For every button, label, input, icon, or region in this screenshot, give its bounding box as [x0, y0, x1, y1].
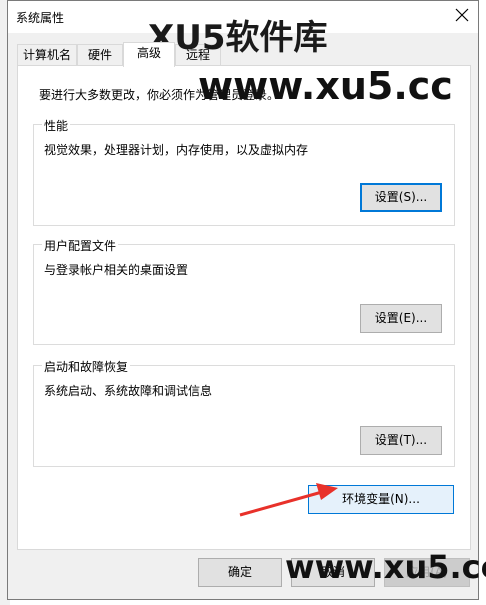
advanced-panel: 要进行大多数更改，你必须作为管理员登录。 性能 视觉效果，处理器计划，内存使用，… [17, 65, 471, 550]
startup-recovery-title: 启动和故障恢复 [42, 358, 131, 375]
close-icon [455, 8, 469, 22]
tab-advanced[interactable]: 高级 [123, 42, 175, 67]
user-profiles-settings-button[interactable]: 设置(E)... [360, 304, 442, 333]
ok-button[interactable]: 确定 [198, 558, 282, 587]
tab-hardware[interactable]: 硬件 [77, 44, 123, 65]
user-profiles-title: 用户配置文件 [42, 237, 119, 254]
performance-title: 性能 [42, 117, 71, 134]
tab-computer-name[interactable]: 计算机名 [17, 44, 77, 65]
user-profiles-group: 用户配置文件 与登录帐户相关的桌面设置 设置(E)... [33, 237, 455, 345]
startup-recovery-settings-button[interactable]: 设置(T)... [360, 426, 442, 455]
startup-recovery-group: 启动和故障恢复 系统启动、系统故障和调试信息 设置(T)... [33, 358, 455, 467]
environment-variables-button[interactable]: 环境变量(N)... [308, 485, 454, 514]
user-profiles-description: 与登录帐户相关的桌面设置 [44, 263, 189, 277]
performance-group: 性能 视觉效果，处理器计划，内存使用，以及虚拟内存 设置(S)... [33, 117, 455, 226]
watermark-url-bottom: www.xu5.cc [285, 548, 486, 586]
startup-recovery-description: 系统启动、系统故障和调试信息 [44, 384, 213, 398]
performance-description: 视觉效果，处理器计划，内存使用，以及虚拟内存 [44, 143, 309, 157]
watermark-url: www.xu5.cc [198, 64, 453, 108]
performance-settings-button[interactable]: 设置(S)... [360, 183, 442, 212]
close-button[interactable] [452, 5, 472, 25]
window-title: 系统属性 [16, 11, 65, 25]
